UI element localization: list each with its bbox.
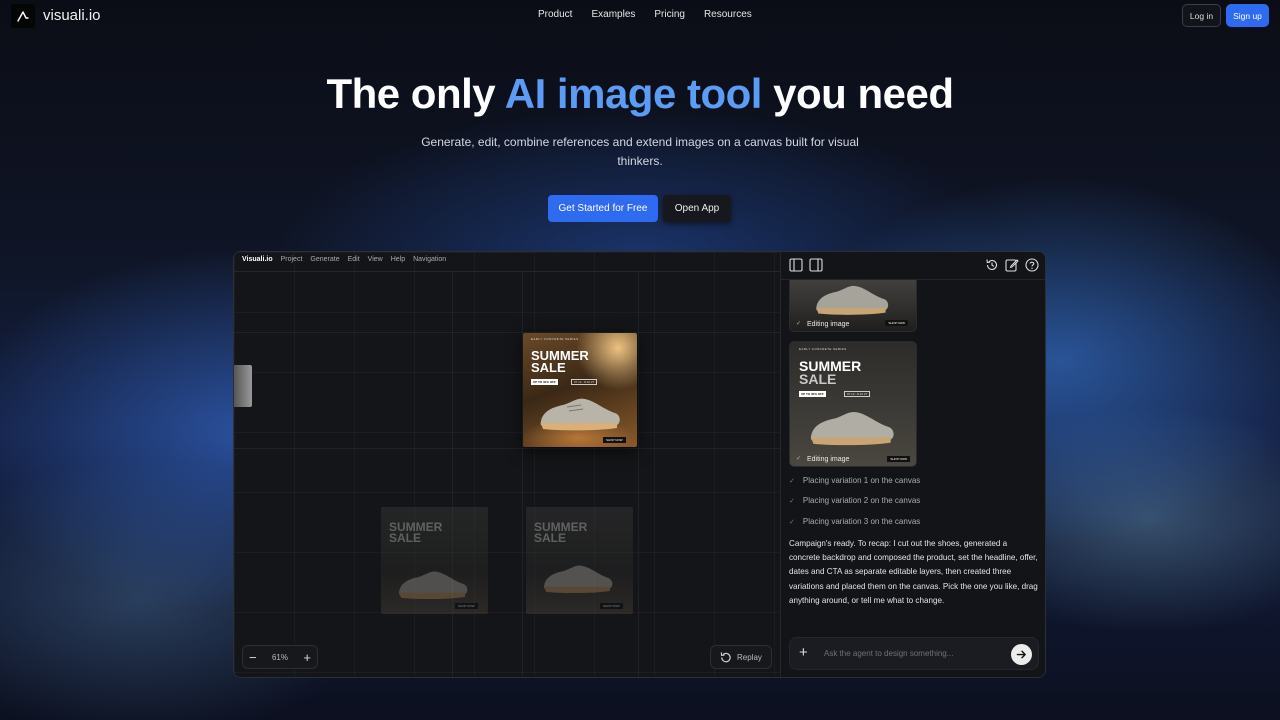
logo-text[interactable]: visuali.io [43,7,101,24]
arrow-right-icon [1016,650,1026,659]
hero-subtitle: Generate, edit, combine references and e… [421,135,859,168]
step-text: Placing variation 2 on the canvas [802,496,921,505]
logo-icon [17,11,29,22]
logo-mark[interactable] [11,4,35,28]
card-poster-dates: 07.12 - 8.10.27 [844,391,871,397]
menu-project[interactable]: Project [281,256,303,263]
variation-title-line2: SALE [534,531,567,546]
nav-links: Product Examples Pricing Resources [538,9,752,20]
menubar-divider [234,271,780,272]
hero-title-post: you need [761,70,954,117]
nav-link-resources[interactable]: Resources [704,9,752,20]
agent-panel: SHOP NOW ✓ Editing image EARLY CONCRETE … [780,252,1045,677]
login-button[interactable]: Log in [1182,4,1221,27]
card-poster: EARLY CONCRETE SERIES SUMMER SALE UP TO … [790,342,916,466]
card-check-icon: ✓ [796,321,802,327]
replay-icon [720,651,731,662]
offscreen-image-thumb[interactable] [234,365,252,407]
card-poster-title-line2: SALE [799,370,837,387]
help-icon[interactable] [1025,258,1039,272]
sneaker-image [810,411,894,446]
zoom-in-button[interactable]: + [303,651,311,664]
sneaker-image [540,398,620,431]
progress-step: ✓ Placing variation 1 on the canvas [789,476,920,485]
variation-cta: SHOP NOW [600,603,623,609]
app-brand: Visuali.io [242,256,273,263]
sidebar-left-icon[interactable] [789,258,803,272]
nav-link-examples[interactable]: Examples [591,9,635,20]
zoom-control: − 61% + [242,645,318,669]
panel-toolbar [781,252,1045,280]
nav-link-product[interactable]: Product [538,9,572,20]
get-started-button[interactable]: Get Started for Free [548,195,658,222]
variation-poster-1[interactable]: SUMMER SALE SHOP NOW [381,507,488,614]
zoom-level: 61% [271,652,288,662]
app-menubar: Visuali.io Project Generate Edit View He… [242,256,446,263]
sneaker-image [399,571,468,600]
design-canvas[interactable]: Visuali.io Project Generate Edit View He… [234,252,780,677]
guide-line [234,332,780,333]
variation-title: SUMMER SALE [534,521,587,546]
card-cta: SHOP NOW [885,320,908,326]
poster-dates: 07.12 - 8.10.27 [571,379,598,385]
poster-offer: UP TO 40% OFF [531,379,558,385]
sneaker-image [544,565,613,594]
variation-title: SUMMER SALE [389,521,442,546]
poster-subtitle: EARLY CONCRETE SERIES [531,337,579,341]
menu-help[interactable]: Help [391,256,405,263]
top-nav: visuali.io Product Examples Pricing Reso… [0,0,1280,32]
variation-poster-2[interactable]: SUMMER SALE SHOP NOW [526,507,633,614]
attach-plus-icon[interactable]: + [799,645,808,660]
history-icon[interactable] [985,258,999,272]
app-preview-window: Visuali.io Project Generate Edit View He… [233,251,1046,678]
zoom-out-button[interactable]: − [249,651,257,664]
progress-step: ✓ Placing variation 2 on the canvas [789,496,920,505]
poster-cta: SHOP NOW [603,437,626,443]
hero-title-accent: AI image tool [504,70,763,117]
step-check-icon: ✓ [789,497,795,505]
menu-view[interactable]: View [368,256,383,263]
editing-image-card[interactable]: EARLY CONCRETE SERIES SUMMER SALE UP TO … [789,341,917,467]
menu-navigation[interactable]: Navigation [413,256,446,263]
menu-generate[interactable]: Generate [310,256,339,263]
sneaker-image [816,285,889,315]
open-app-button[interactable]: Open App [663,195,731,222]
step-check-icon: ✓ [789,518,795,526]
variation-cta: SHOP NOW [455,603,478,609]
replay-label: Replay [737,652,762,662]
card-poster-subtitle: EARLY CONCRETE SERIES [799,347,847,351]
step-check-icon: ✓ [789,477,795,485]
signup-button[interactable]: Sign up [1226,4,1269,27]
replay-button[interactable]: Replay [710,645,772,669]
sidebar-right-icon[interactable] [809,258,823,272]
agent-chat-input[interactable]: + Ask the agent to design something... [789,637,1039,670]
card-label: Editing image [807,456,850,463]
edit-icon[interactable] [1005,258,1019,272]
hero-title-pre: The only [326,70,505,117]
card-check-icon: ✓ [796,456,802,462]
step-text: Placing variation 1 on the canvas [802,476,921,485]
card-poster-title: SUMMER SALE [799,359,861,387]
guide-line [234,448,780,449]
menu-edit[interactable]: Edit [348,256,360,263]
card-poster-offer: UP TO 40% OFF [799,391,826,397]
card-poster-cta: SHOP NOW [887,456,910,462]
nav-link-pricing[interactable]: Pricing [654,9,685,20]
selected-poster[interactable]: EARLY CONCRETE SERIES SUMMER SALE UP TO … [523,333,637,447]
poster-title: SUMMER SALE [531,349,589,375]
progress-step: ✓ Placing variation 3 on the canvas [789,517,920,526]
card-label: Editing image [807,321,850,328]
chat-placeholder: Ask the agent to design something... [824,649,954,658]
poster-title-line2: SALE [531,359,566,375]
hero-title: The only AI image tool you need [0,70,1280,118]
variation-title-line2: SALE [389,531,422,546]
agent-message: Campaign's ready. To recap: I cut out th… [789,539,1038,605]
step-text: Placing variation 3 on the canvas [802,517,921,526]
send-button[interactable] [1011,644,1032,665]
